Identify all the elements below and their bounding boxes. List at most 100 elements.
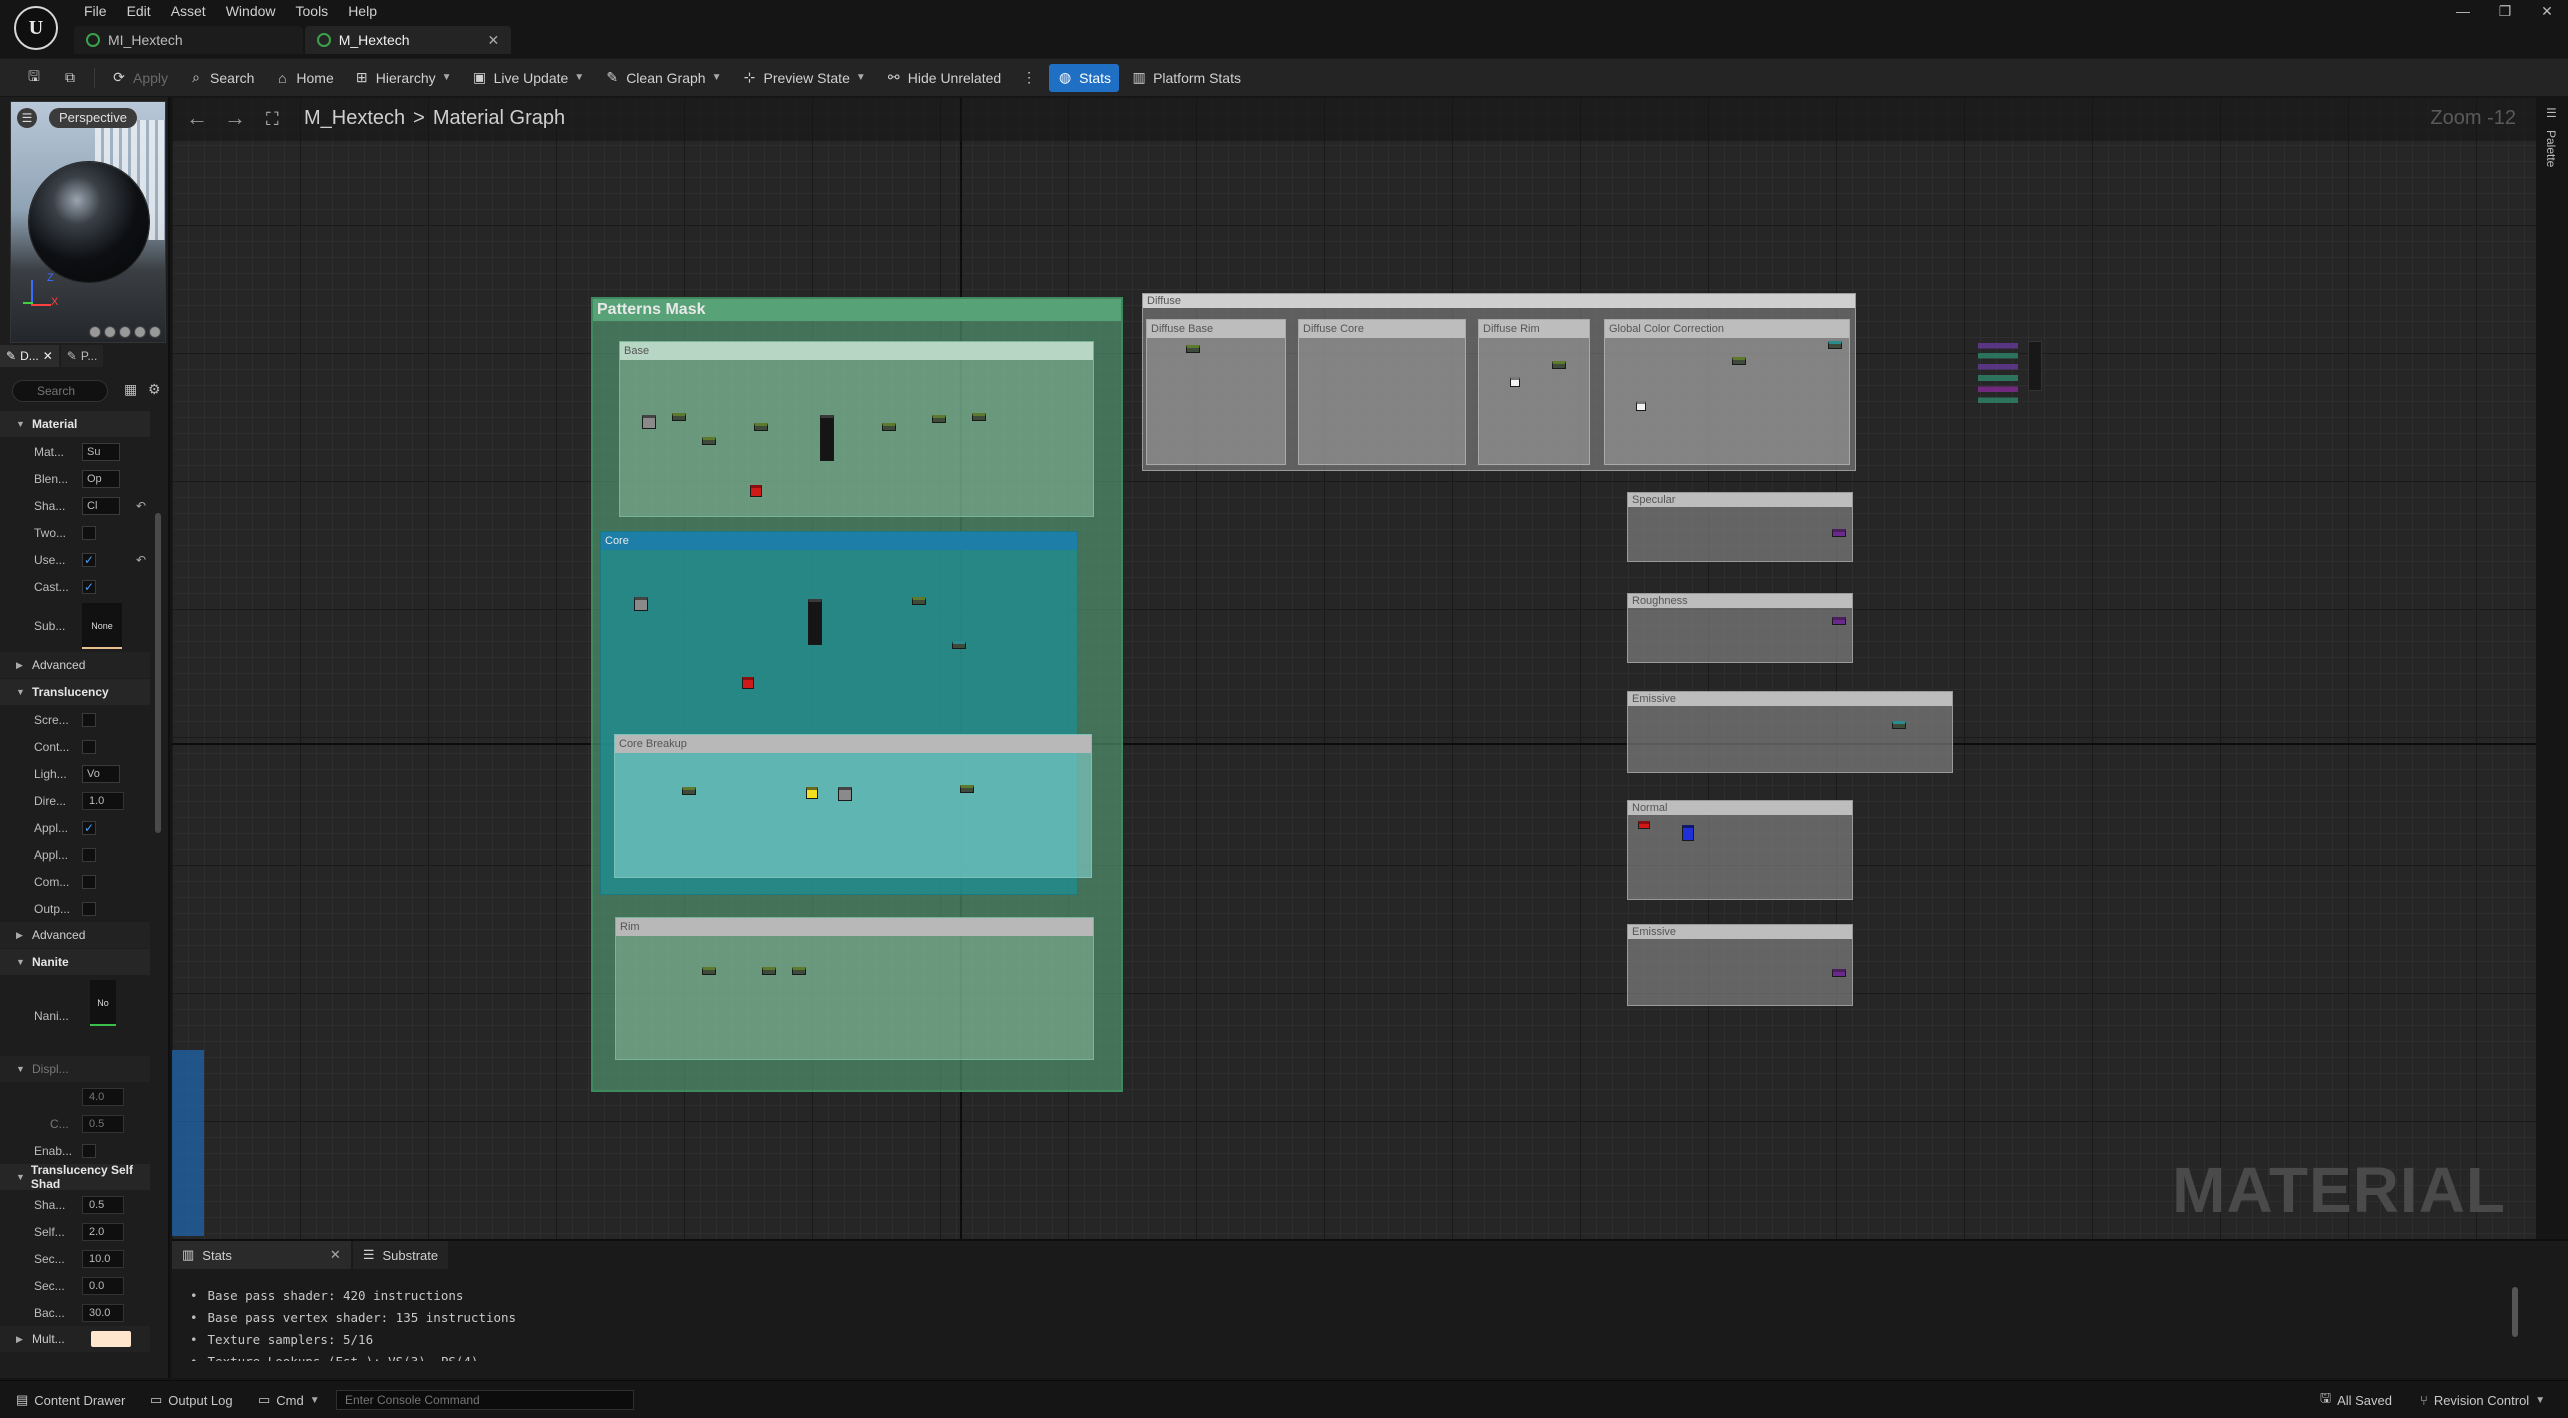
section-material[interactable]: ▼ Material xyxy=(0,411,150,437)
math-node[interactable] xyxy=(912,597,926,605)
constant-node[interactable] xyxy=(1510,377,1520,387)
number-field[interactable]: 4.0 xyxy=(82,1087,124,1106)
table-view-icon[interactable]: ▦ xyxy=(124,381,137,398)
output-log-button[interactable]: ▭ Output Log xyxy=(150,1389,233,1411)
browse-button[interactable]: ⧉ xyxy=(54,64,86,92)
menu-tools[interactable]: Tools xyxy=(286,0,339,22)
cube-shape-icon[interactable] xyxy=(134,326,146,338)
comment-core-breakup[interactable]: Core Breakup xyxy=(614,734,1092,878)
number-field[interactable]: 1.0 xyxy=(82,791,124,810)
more-options-button[interactable]: ⋮ xyxy=(1013,64,1045,92)
math-node[interactable] xyxy=(972,413,986,421)
math-node[interactable] xyxy=(1828,341,1842,349)
math-node[interactable] xyxy=(1186,345,1200,353)
section-mult[interactable]: ▶ Mult... xyxy=(0,1326,150,1352)
menu-file[interactable]: File xyxy=(74,0,117,22)
tab-parameters[interactable]: ✎ P... xyxy=(60,345,104,367)
menu-help[interactable]: Help xyxy=(338,0,387,22)
close-tab-icon[interactable]: ✕ xyxy=(488,32,500,49)
math-node[interactable] xyxy=(682,787,696,795)
checkbox[interactable]: ✓ xyxy=(82,820,96,835)
section-advanced[interactable]: ▶ Advanced xyxy=(0,652,150,678)
math-node[interactable] xyxy=(960,785,974,793)
nanite-override-thumbnail[interactable]: No xyxy=(90,980,116,1026)
use-checkbox[interactable]: ✓ xyxy=(82,552,96,567)
comment-base[interactable]: Base xyxy=(619,341,1094,517)
constant-node[interactable] xyxy=(1636,401,1646,411)
math-node[interactable] xyxy=(792,967,806,975)
math-node[interactable] xyxy=(952,641,966,649)
menu-asset[interactable]: Asset xyxy=(161,0,216,22)
platform-stats-button[interactable]: ▥ Platform Stats xyxy=(1123,64,1249,92)
math-node[interactable] xyxy=(754,423,768,431)
material-output-node[interactable] xyxy=(2028,341,2042,391)
number-field[interactable]: 0.5 xyxy=(82,1195,124,1214)
math-node[interactable] xyxy=(932,415,946,423)
shading-model-combo[interactable]: Cl xyxy=(82,496,120,515)
checkbox[interactable] xyxy=(82,1143,96,1158)
tab-stats[interactable]: ▥ Stats ✕ xyxy=(172,1241,351,1269)
viewport-menu-icon[interactable]: ☰ xyxy=(17,108,37,128)
number-field[interactable]: 30.0 xyxy=(82,1303,124,1322)
tab-m-hextech[interactable]: M_Hextech ✕ xyxy=(304,26,512,54)
section-displacement[interactable]: ▼ Displ... xyxy=(0,1056,150,1082)
comment-diffuse-rim[interactable]: Diffuse Rim xyxy=(1478,319,1590,465)
live-update-button[interactable]: ▣ Live Update ▼ xyxy=(464,64,593,92)
comment-specular[interactable]: Specular xyxy=(1627,492,1853,562)
checkbox[interactable] xyxy=(82,739,96,754)
texture-sample-node[interactable] xyxy=(642,415,656,429)
function-node[interactable] xyxy=(808,599,822,645)
checkbox[interactable] xyxy=(82,712,96,727)
comment-global-color-correction[interactable]: Global Color Correction xyxy=(1604,319,1850,465)
unreal-logo-icon[interactable]: U xyxy=(14,6,58,50)
hierarchy-button[interactable]: ⊞ Hierarchy ▼ xyxy=(346,64,460,92)
collapsed-comment[interactable] xyxy=(172,1050,204,1236)
output-pin-node[interactable] xyxy=(1832,529,1846,537)
back-arrow-icon[interactable]: ← xyxy=(186,105,208,131)
material-graph-canvas[interactable]: ← → ⛶ M_Hextech > Material Graph Zoom -1… xyxy=(172,97,2536,1239)
checkbox[interactable] xyxy=(82,901,96,916)
texture-sample-node[interactable] xyxy=(634,597,648,611)
perspective-button[interactable]: Perspective xyxy=(49,108,137,128)
cylinder-shape-icon[interactable] xyxy=(89,326,101,338)
comment-diffuse-base[interactable]: Diffuse Base xyxy=(1146,319,1286,465)
section-advanced[interactable]: ▶ Advanced xyxy=(0,922,150,948)
breadcrumb-graph[interactable]: Material Graph xyxy=(433,107,565,130)
math-node[interactable] xyxy=(702,437,716,445)
blend-mode-combo[interactable]: Op xyxy=(82,469,120,488)
content-drawer-button[interactable]: ▤ Content Drawer xyxy=(16,1389,125,1411)
close-tab-icon[interactable]: ✕ xyxy=(43,349,53,363)
teapot-shape-icon[interactable] xyxy=(149,326,161,338)
details-search-input[interactable] xyxy=(12,380,108,402)
cmd-dropdown[interactable]: ▭ Cmd ▼ xyxy=(258,1389,320,1411)
section-nanite[interactable]: ▼ Nanite xyxy=(0,949,150,975)
menu-window[interactable]: Window xyxy=(216,0,286,22)
comment-rim[interactable]: Rim xyxy=(615,917,1094,1060)
palette-tab[interactable]: ☰ Palette xyxy=(2540,100,2568,300)
reset-icon[interactable]: ↶ xyxy=(136,553,146,567)
comment-diffuse-core[interactable]: Diffuse Core xyxy=(1298,319,1466,465)
comment-emissive[interactable]: Emissive xyxy=(1627,691,1953,773)
material-preview-viewport[interactable]: ☰ Perspective Z X xyxy=(10,101,166,343)
normal-map-node[interactable] xyxy=(1682,825,1694,841)
console-command-input[interactable] xyxy=(336,1390,634,1410)
tab-details[interactable]: ✎ D... ✕ xyxy=(0,345,59,367)
number-field[interactable]: 2.0 xyxy=(82,1222,124,1241)
constant-node[interactable] xyxy=(1638,821,1650,829)
section-translucency-self-shadow[interactable]: ▼ Translucency Self Shad xyxy=(0,1163,150,1191)
math-node[interactable] xyxy=(1732,357,1746,365)
preview-state-button[interactable]: ⊹ Preview State ▼ xyxy=(733,64,873,92)
color-swatch[interactable] xyxy=(90,1331,131,1347)
clean-graph-button[interactable]: ✎ Clean Graph ▼ xyxy=(596,64,729,92)
output-pin-node[interactable] xyxy=(1832,617,1846,625)
number-field[interactable]: 0.5 xyxy=(82,1114,124,1133)
constant-node[interactable] xyxy=(742,677,754,689)
save-button[interactable]: 🖫 xyxy=(18,64,50,92)
material-domain-combo[interactable]: Su xyxy=(82,442,120,461)
texture-sample-node[interactable] xyxy=(838,787,852,801)
number-field[interactable]: 10.0 xyxy=(82,1249,124,1268)
revision-control-button[interactable]: ⑂ Revision Control ▼ xyxy=(2420,1389,2545,1411)
stats-scrollbar[interactable] xyxy=(2512,1287,2518,1337)
math-node[interactable] xyxy=(672,413,686,421)
graph-hierarchy-icon[interactable]: ⛶ xyxy=(266,109,279,130)
